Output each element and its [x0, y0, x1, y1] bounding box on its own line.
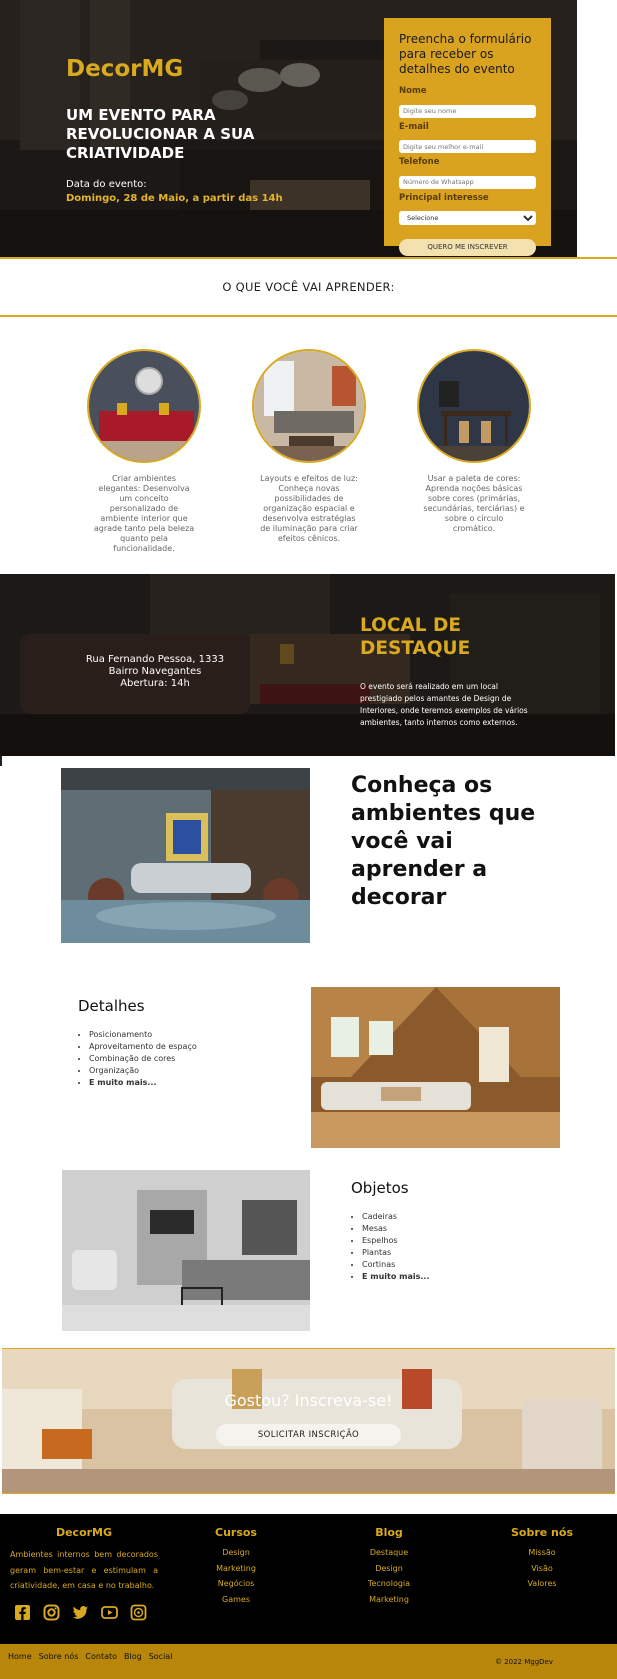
learn-heading-text: O QUE VOCÊ VAI APRENDER:	[222, 280, 395, 294]
cta-section: Gostou? Inscreva-se! SOLICITAR INSCRIÇÃO	[0, 1348, 617, 1514]
form-title: Preencha o formulário para receber os de…	[399, 32, 532, 76]
list-item: Plantas	[362, 1247, 429, 1259]
facebook-icon[interactable]	[14, 1604, 31, 1621]
list-item: Combinação de cores	[89, 1053, 197, 1065]
footer-link[interactable]: Marketing	[201, 1561, 271, 1577]
venue-description: O evento será realizado em um local pres…	[360, 682, 528, 727]
learn-card-text: Criar ambientes elegantes: Desenvolva um…	[93, 474, 195, 553]
email-label: E-mail	[399, 121, 429, 132]
learn-card-text: Usar a paleta de cores: Aprenda noções b…	[423, 474, 525, 533]
footer: DecorMG Ambientes internos bem decorados…	[0, 1514, 617, 1644]
copyright: © 2022 MggDev	[494, 1658, 553, 1666]
objects-section: Objetos Cadeiras Mesas Espelhos Plantas …	[0, 1170, 617, 1348]
list-item-more: E muito mais...	[362, 1271, 429, 1283]
phone-input[interactable]	[399, 175, 536, 189]
event-date-label: Data do evento:	[66, 179, 147, 190]
hero-headline: UM EVENTO PARA REVOLUCIONAR A SUA CRIATI…	[66, 106, 255, 162]
twitter-icon[interactable]	[72, 1604, 89, 1621]
list-item: Posicionamento	[89, 1029, 197, 1041]
objects-content: Objetos Cadeiras Mesas Espelhos Plantas …	[351, 1179, 429, 1283]
name-input[interactable]	[399, 104, 536, 118]
objects-image	[62, 1170, 310, 1331]
venue-title: LOCAL DE DESTAQUE	[360, 615, 471, 659]
ambientes-section: Conheça os ambientes que você vai aprend…	[0, 768, 617, 987]
subscribe-button[interactable]: QUERO ME INSCREVER	[399, 238, 536, 256]
footer-link[interactable]: Negócios	[201, 1576, 271, 1592]
learn-card-text: Layouts e efeitos de luz: Conheça novas …	[260, 474, 358, 543]
footer-link[interactable]: Design	[354, 1561, 424, 1577]
list-item: Cadeiras	[362, 1211, 429, 1223]
footer-link[interactable]: Games	[201, 1592, 271, 1608]
youtube-icon[interactable]	[101, 1604, 118, 1621]
learn-card: Criar ambientes elegantes: Desenvolva um…	[85, 349, 203, 554]
address-line-1: Rua Fernando Pessoa, 1333	[85, 654, 225, 665]
footer-col-sobre: Sobre nós Missão Visão Valores	[502, 1526, 582, 1592]
footer-link[interactable]: Valores	[502, 1576, 582, 1592]
details-image	[311, 987, 560, 1148]
bottom-bar: Home Sobre nós Contato Blog Social © 202…	[0, 1644, 617, 1679]
details-section: Detalhes Posicionamento Aproveitamento d…	[0, 987, 617, 1170]
bottom-link-social[interactable]: Social	[149, 1652, 173, 1661]
details-content: Detalhes Posicionamento Aproveitamento d…	[78, 997, 197, 1089]
footer-about: DecorMG Ambientes internos bem decorados…	[10, 1526, 158, 1594]
learn-cards: Criar ambientes elegantes: Desenvolva um…	[0, 317, 617, 574]
footer-col-title: Cursos	[215, 1526, 257, 1539]
objects-title: Objetos	[351, 1179, 409, 1197]
footer-link[interactable]: Visão	[502, 1561, 582, 1577]
bottom-link-sobre[interactable]: Sobre nós	[39, 1652, 79, 1661]
footer-col-cursos: Cursos Design Marketing Negócios Games	[201, 1526, 271, 1607]
social-icons	[14, 1604, 147, 1621]
footer-link[interactable]: Missão	[502, 1545, 582, 1561]
details-list: Posicionamento Aproveitamento de espaço …	[78, 1029, 197, 1089]
venue-section: Rua Fernando Pessoa, 1333 Bairro Navegan…	[0, 574, 617, 768]
hero-brand: DecorMG	[66, 56, 184, 82]
divider	[0, 756, 2, 766]
bottom-nav: Home Sobre nós Contato Blog Social	[8, 1652, 172, 1661]
footer-col-title: Blog	[375, 1526, 403, 1539]
instagram-icon[interactable]	[43, 1604, 60, 1621]
signup-form: Preencha o formulário para receber os de…	[384, 18, 551, 256]
bottom-link-home[interactable]: Home	[8, 1652, 32, 1661]
card-image-elegant-room	[87, 349, 201, 463]
learn-card: Layouts e efeitos de luz: Conheça novas …	[250, 349, 368, 544]
opening-time: Abertura: 14h	[120, 678, 190, 689]
learn-heading: O QUE VOCÊ VAI APRENDER:	[0, 257, 617, 317]
request-subscription-button[interactable]: SOLICITAR INSCRIÇÃO	[216, 1424, 401, 1446]
ambientes-title: Conheça os ambientes que você vai aprend…	[351, 773, 536, 910]
interest-select[interactable]: Selecione	[399, 210, 536, 225]
venue-address: Rua Fernando Pessoa, 1333 Bairro Navegan…	[80, 654, 230, 690]
footer-link[interactable]: Destaque	[354, 1545, 424, 1561]
objects-list: Cadeiras Mesas Espelhos Plantas Cortinas…	[351, 1211, 429, 1283]
interest-label: Principal interesse	[399, 192, 489, 203]
hero-section: DecorMG UM EVENTO PARA REVOLUCIONAR A SU…	[0, 0, 577, 257]
list-item: Mesas	[362, 1223, 429, 1235]
learn-card: Usar a paleta de cores: Aprenda noções b…	[415, 349, 533, 534]
ambientes-image	[61, 768, 310, 943]
bottom-link-blog[interactable]: Blog	[124, 1652, 142, 1661]
footer-col-title: Sobre nós	[510, 1526, 573, 1539]
details-title: Detalhes	[78, 997, 145, 1015]
card-image-layout-room	[252, 349, 366, 463]
footer-link[interactable]: Marketing	[354, 1592, 424, 1608]
cta-background-image	[2, 1348, 615, 1494]
email-input[interactable]	[399, 140, 536, 153]
bottom-link-contato[interactable]: Contato	[85, 1652, 117, 1661]
list-item: Organização	[89, 1065, 197, 1077]
address-line-2: Bairro Navegantes	[108, 666, 202, 677]
phone-label: Telefone	[399, 157, 440, 167]
footer-link[interactable]: Tecnologia	[354, 1576, 424, 1592]
list-item: Espelhos	[362, 1235, 429, 1247]
card-image-color-room	[417, 349, 531, 463]
event-date-value: Domingo, 28 de Maio, a partir das 14h	[66, 193, 283, 204]
name-label: Nome	[399, 86, 427, 96]
cta-question: Gostou? Inscreva-se!	[224, 1391, 393, 1410]
footer-brand: DecorMG	[55, 1526, 113, 1539]
list-item: Aproveitamento de espaço	[89, 1041, 197, 1053]
footer-link[interactable]: Design	[201, 1545, 271, 1561]
footer-col-blog: Blog Destaque Design Tecnologia Marketin…	[354, 1526, 424, 1607]
list-item: Cortinas	[362, 1259, 429, 1271]
whatsapp-icon[interactable]	[130, 1604, 147, 1621]
footer-about-text: Ambientes internos bem decorados geram b…	[10, 1550, 158, 1590]
list-item-more: E muito mais...	[89, 1077, 197, 1089]
